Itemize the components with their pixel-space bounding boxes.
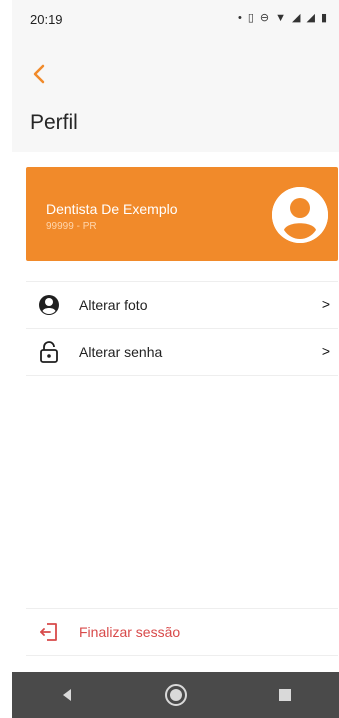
header-area: 20:19 • ▯ ⊖ ▼ ◢ ◢ ▮ Perfil bbox=[12, 0, 339, 152]
profile-registration: 99999 - PR bbox=[46, 221, 97, 232]
back-button[interactable] bbox=[28, 62, 50, 86]
menu-item-change-password[interactable]: Alterar senha > bbox=[26, 328, 338, 376]
back-icon bbox=[62, 689, 71, 701]
recent-apps-icon bbox=[278, 689, 291, 701]
profile-menu: Alterar foto > Alterar senha > bbox=[26, 281, 338, 376]
profile-name: Dentista De Exemplo bbox=[46, 201, 178, 217]
system-home-button[interactable] bbox=[155, 680, 197, 710]
logout-button[interactable]: Finalizar sessão bbox=[26, 608, 338, 656]
home-icon bbox=[164, 684, 187, 706]
do-not-disturb-icon: ⊖ bbox=[259, 12, 270, 24]
chevron-right-icon: > bbox=[321, 296, 330, 312]
status-time: 20:19 bbox=[30, 12, 63, 27]
status-bar: 20:19 • ▯ ⊖ ▼ ◢ ◢ ▮ bbox=[12, 0, 339, 40]
app-screen: 20:19 • ▯ ⊖ ▼ ◢ ◢ ▮ Perfil Dentista De E… bbox=[12, 0, 339, 718]
system-back-button[interactable] bbox=[46, 680, 88, 710]
unlock-icon bbox=[37, 340, 61, 364]
logout-icon bbox=[37, 621, 61, 643]
status-icons: • ▯ ⊖ ▼ ◢ ◢ ▮ bbox=[238, 11, 327, 25]
battery-icon: ▮ bbox=[320, 12, 327, 24]
menu-item-change-photo[interactable]: Alterar foto > bbox=[26, 281, 338, 328]
chevron-left-icon bbox=[33, 64, 45, 84]
page-title: Perfil bbox=[30, 111, 78, 134]
system-navigation-bar bbox=[12, 672, 339, 718]
signal-icon: ◢ bbox=[306, 12, 315, 24]
menu-item-label: Alterar foto bbox=[79, 297, 148, 313]
profile-card: Dentista De Exemplo 99999 - PR bbox=[26, 167, 338, 261]
system-recent-apps-button[interactable] bbox=[264, 680, 306, 710]
menu-item-label: Alterar senha bbox=[79, 344, 163, 360]
chevron-right-icon: > bbox=[321, 343, 330, 359]
user-circle-icon bbox=[272, 187, 328, 243]
dot-icon: • bbox=[237, 12, 242, 24]
wifi-icon: ▼ bbox=[275, 12, 286, 24]
signal-icon: ◢ bbox=[292, 12, 301, 24]
vibrate-icon: ▯ bbox=[247, 12, 254, 24]
logout-label: Finalizar sessão bbox=[79, 624, 181, 640]
avatar bbox=[272, 187, 328, 243]
account-circle-icon bbox=[37, 294, 61, 316]
